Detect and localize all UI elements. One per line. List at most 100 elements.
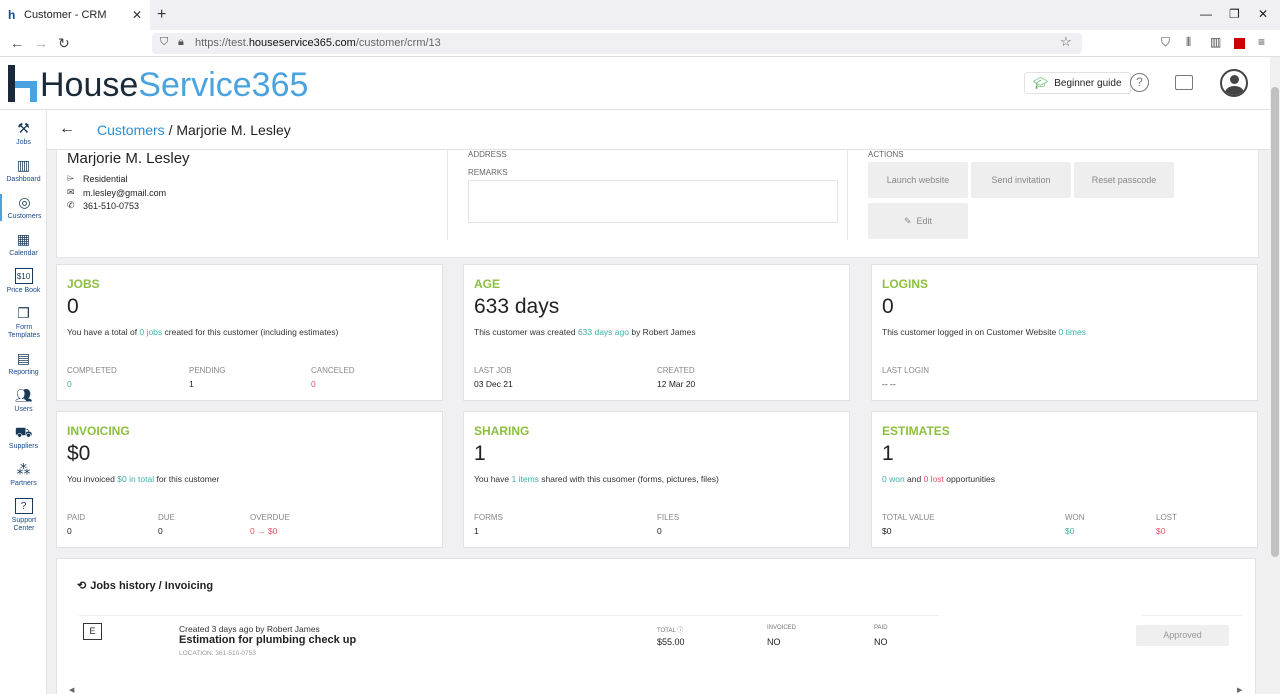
report-icon: ▤	[16, 350, 31, 366]
beginner-guide-button[interactable]: 🎓︎ Beginner guide	[1024, 72, 1131, 94]
info-icon: ⓘ	[677, 628, 684, 634]
breadcrumb-customers-link[interactable]: Customers	[97, 122, 165, 138]
invoicing-card: INVOICING $0 You invoiced $0 in total fo…	[56, 411, 443, 548]
pocket-icon[interactable]: ⛉	[1161, 35, 1170, 50]
browser-navbar: ← → ↻ ⛉ 🔒︎ https://test.houseservice365.…	[0, 30, 1280, 57]
sidebar-item-calendar[interactable]: ▦ Calendar	[0, 231, 47, 258]
price-icon: $10	[14, 268, 33, 284]
stat-label: PAID	[67, 513, 86, 522]
beginner-guide-label: Beginner guide	[1054, 77, 1122, 89]
logins-card: LOGINS 0 This customer logged in on Cust…	[871, 264, 1258, 401]
card-value: 0	[882, 295, 894, 318]
edit-button[interactable]: ✎ Edit	[868, 203, 968, 239]
main-content: Marjorie M. Lesley ⌲ Residential ✉ m.lesle…	[47, 150, 1270, 694]
close-window-icon[interactable]: ✕	[1258, 7, 1268, 21]
invoiced-link[interactable]: $0 in total	[117, 474, 154, 484]
sidebar-toggle-icon[interactable]: ▥	[1210, 35, 1221, 49]
stat-value: 0	[158, 526, 163, 536]
job-location: LOCATION: 361-510-0753	[179, 650, 256, 657]
user-avatar[interactable]	[1220, 69, 1248, 97]
shield-icon[interactable]: ⛉	[160, 36, 168, 49]
forward-icon[interactable]: →	[34, 35, 48, 51]
pencil-icon: ✎	[903, 215, 912, 226]
back-icon[interactable]: ←	[10, 35, 24, 51]
launch-website-button[interactable]: Launch website	[868, 162, 968, 198]
card-value: $0	[67, 442, 91, 465]
restore-icon[interactable]: ❐	[1229, 7, 1240, 21]
library-icon[interactable]: ⫴	[1186, 35, 1191, 50]
scroll-left-icon[interactable]: ◀	[69, 686, 74, 694]
stat-label: LAST LOGIN	[882, 366, 929, 375]
stat-value: 03 Dec 21	[474, 379, 513, 389]
sidebar-item-partners[interactable]: ⁂ Partners	[0, 461, 47, 488]
lost-link[interactable]: 0 lost	[924, 474, 944, 484]
stat-label: PENDING	[189, 366, 226, 375]
sidebar-item-customers[interactable]: ◎ Customers	[0, 194, 47, 221]
envelope-icon: ✉	[67, 187, 75, 197]
jobs-history-card: ⟲ Jobs history / Invoicing E Created 3 da…	[56, 558, 1256, 694]
divider	[847, 150, 848, 240]
customer-info-card: Marjorie M. Lesley ⌲ Residential ✉ m.lesle…	[56, 150, 1259, 258]
customer-email: ✉ m.lesley@gmail.com	[67, 187, 167, 198]
back-arrow-icon[interactable]: ←	[59, 120, 75, 138]
card-title: JOBS	[67, 277, 100, 291]
age-link[interactable]: 633 days ago	[578, 327, 629, 337]
card-title: INVOICING	[67, 424, 130, 438]
new-tab-icon[interactable]: +	[157, 6, 166, 24]
reload-icon[interactable]: ↻	[58, 35, 70, 52]
send-invitation-button[interactable]: Send invitation	[971, 162, 1071, 198]
estimates-card: ESTIMATES 1 0 won and 0 lost opportuniti…	[871, 411, 1258, 548]
sidebar-item-jobs[interactable]: ⚒ Jobs	[0, 120, 47, 147]
app-header: HouseService365 🎓︎ Beginner guide ?	[0, 57, 1270, 110]
minimize-icon[interactable]: —	[1200, 7, 1212, 21]
sidebar-item-support-center[interactable]: ? Support Center	[0, 498, 47, 533]
stat-label: CREATED	[657, 366, 695, 375]
url-text: https://test.houseservice365.com/custome…	[195, 37, 441, 49]
sidebar-item-price-book[interactable]: $10 Price Book	[0, 268, 47, 295]
sidebar-item-dashboard[interactable]: ▥ Dashboard	[0, 157, 47, 184]
card-description: You invoiced $0 in total for this custom…	[67, 474, 220, 484]
divider	[1142, 615, 1242, 616]
stat-label: COMPLETED	[67, 366, 117, 375]
phone-icon: ✆	[67, 200, 75, 210]
divider	[447, 150, 448, 240]
close-tab-icon[interactable]: ✕	[132, 8, 142, 22]
shared-items-link[interactable]: 1 items	[512, 474, 539, 484]
help-icon[interactable]: ?	[1130, 73, 1149, 92]
bookmark-star-icon[interactable]: ☆	[1060, 34, 1072, 50]
reset-passcode-button[interactable]: Reset passcode	[1074, 162, 1174, 198]
job-paid-label: PAID	[874, 625, 888, 631]
remarks-label: REMARKS	[468, 168, 508, 177]
scroll-right-icon[interactable]: ▶	[1237, 686, 1242, 694]
chart-icon: ▥	[16, 157, 31, 173]
job-invoiced-label: INVOICED	[767, 625, 797, 631]
customers-icon: ◎	[18, 194, 31, 210]
sidebar-item-reporting[interactable]: ▤ Reporting	[0, 350, 47, 377]
logo-text-house: House	[40, 66, 139, 104]
stat-value: 1	[189, 379, 194, 389]
users-icon: 👥︎	[14, 387, 33, 403]
scrollbar-thumb[interactable]	[1271, 87, 1279, 557]
approved-status-button[interactable]: Approved	[1136, 625, 1229, 646]
houseservice365-logo[interactable]: HouseService365	[6, 63, 308, 103]
menu-icon[interactable]: ≡	[1258, 35, 1265, 49]
jobs-count-link[interactable]: 0 jobs	[139, 327, 162, 337]
logins-link[interactable]: 0 times	[1059, 327, 1086, 337]
sidebar-item-form-templates[interactable]: ❐ Form Templates	[0, 305, 47, 340]
sidebar-item-users[interactable]: 👥︎ Users	[0, 387, 47, 414]
url-bar[interactable]: ⛉ 🔒︎ https://test.houseservice365.com/cu…	[152, 33, 1082, 54]
card-value: 0	[67, 295, 79, 318]
extension-icon[interactable]	[1234, 38, 1245, 49]
card-description: You have 1 items shared with this cusome…	[474, 474, 719, 484]
sidebar-item-suppliers[interactable]: ⛟ Suppliers	[0, 424, 47, 451]
folder-icon[interactable]	[1175, 75, 1193, 90]
job-paid: NO	[874, 637, 888, 647]
page-scrollbar[interactable]	[1270, 57, 1280, 694]
age-card: AGE 633 days This customer was created 6…	[463, 264, 850, 401]
jobs-card: JOBS 0 You have a total of 0 jobs create…	[56, 264, 443, 401]
job-title[interactable]: Estimation for plumbing check up	[179, 634, 356, 646]
won-link[interactable]: 0 won	[882, 474, 905, 484]
lock-icon[interactable]: 🔒︎	[178, 36, 184, 49]
job-total-label: TOTAL ⓘ	[657, 628, 684, 634]
browser-tab[interactable]: h Customer - CRM ✕	[0, 0, 150, 30]
